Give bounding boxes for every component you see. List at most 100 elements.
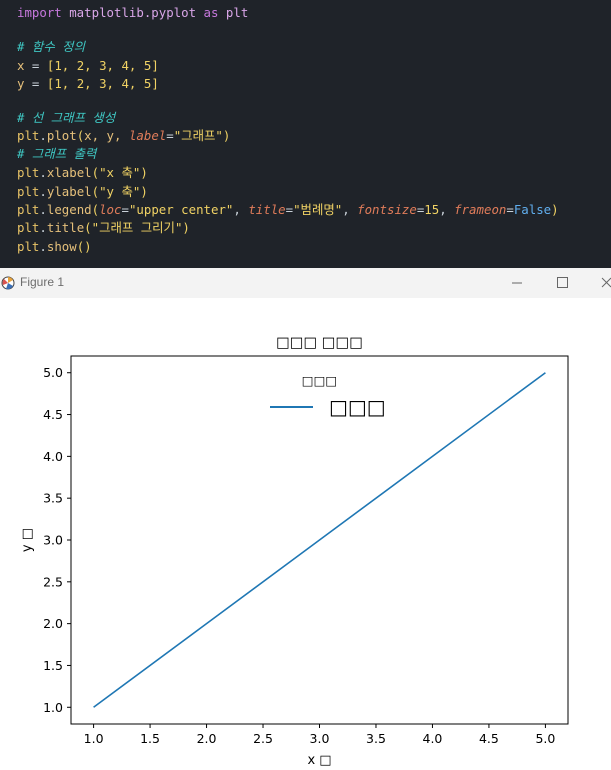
code-token: False <box>513 202 552 217</box>
y-axis-label: y □ <box>20 528 35 552</box>
code-line: import matplotlib.pyplot as plt <box>17 4 248 21</box>
code-token: = <box>121 202 129 217</box>
code-line: plt.xlabel("x 축") <box>17 164 148 181</box>
x-tick-label: 1.0 <box>84 731 104 746</box>
x-tick-label: 1.5 <box>140 731 160 746</box>
figure-canvas[interactable]: 1.0 1.5 2.0 2.5 3.0 3.5 4.0 4.5 5.0 1.0 1.5 2.0 2.5 3… <box>0 298 611 768</box>
code-token: xlabel <box>46 165 92 180</box>
code-token: ylabel <box>46 184 92 199</box>
close-button[interactable] <box>586 268 611 298</box>
figure-window-titlebar[interactable]: Figure 1 <box>0 268 611 298</box>
code-token: plt <box>17 165 40 180</box>
code-line: x = [1, 2, 3, 4, 5] <box>17 57 159 74</box>
code-token: # 함수 정의 <box>17 39 85 54</box>
code-token: plot <box>46 128 77 143</box>
code-token: ) <box>140 165 148 180</box>
code-line: # 함수 정의 <box>17 38 85 55</box>
code-editor[interactable]: import matplotlib.pyplot as plt # 함수 정의 x … <box>0 0 611 268</box>
matplotlib-figure-icon <box>1 276 15 290</box>
code-token: # 선 그래프 생성 <box>17 110 116 125</box>
code-token: plt <box>17 239 40 254</box>
code-token: = <box>24 58 47 73</box>
code-line: y = [1, 2, 3, 4, 5] <box>17 75 159 92</box>
maximize-button[interactable] <box>540 268 586 298</box>
minimize-icon <box>512 282 522 284</box>
code-token: ( <box>84 220 92 235</box>
code-token: . <box>39 165 47 180</box>
y-tick-label: 5.0 <box>43 365 63 380</box>
code-token: . <box>39 128 47 143</box>
code-token: = <box>166 128 174 143</box>
code-token: ) <box>222 128 231 143</box>
code-token: ( <box>91 202 100 217</box>
code-token: = <box>285 202 294 217</box>
code-token: loc <box>99 202 122 217</box>
code-token: frameon <box>454 202 507 217</box>
x-tick-label: 2.5 <box>253 731 273 746</box>
code-token: "범례명" <box>293 202 343 217</box>
maximize-icon <box>557 277 568 288</box>
code-token: "y 축" <box>99 184 141 199</box>
code-token: # 그래프 출력 <box>17 146 97 161</box>
code-token: title <box>46 220 85 235</box>
y-tick-label: 2.0 <box>43 616 63 631</box>
code-token: ) <box>140 184 148 199</box>
minimize-button[interactable] <box>494 268 540 298</box>
code-token: plt <box>17 184 40 199</box>
y-tick-label: 3.0 <box>43 533 63 548</box>
code-token: import <box>17 5 62 20</box>
code-line: # 그래프 출력 <box>17 145 96 162</box>
code-token: "x 축" <box>99 165 141 180</box>
code-token: , <box>233 202 249 217</box>
code-token: ] <box>151 58 159 73</box>
code-line: plt.legend(loc="upper center", title="범례… <box>17 201 559 218</box>
code-token: . <box>39 239 47 254</box>
code-token: matplotlib.pyplot <box>61 5 204 20</box>
code-token: , <box>439 202 455 217</box>
code-token: ) <box>551 202 559 217</box>
code-token: . <box>39 220 47 235</box>
code-line: # 선 그래프 생성 <box>17 109 115 126</box>
code-token: ( <box>91 165 100 180</box>
x-tick-label: 4.5 <box>479 731 499 746</box>
code-token: plt <box>17 128 40 143</box>
code-token: "그래프 그리기" <box>91 220 183 235</box>
x-tick-label: 3.5 <box>366 731 386 746</box>
chart-title: □□□ □□□ <box>276 335 363 351</box>
y-tick-label: 4.5 <box>43 407 63 422</box>
code-line: plt.ylabel("y 축") <box>17 183 148 200</box>
code-token: . <box>39 202 47 217</box>
code-token: plt <box>218 5 249 20</box>
close-icon <box>601 277 611 288</box>
code-token: "그래프" <box>173 128 223 143</box>
y-tick-label: 3.5 <box>43 491 63 506</box>
code-line: plt.title("그래프 그리기") <box>17 219 190 236</box>
code-token: x, y, <box>84 128 129 143</box>
code-token: ] <box>151 76 159 91</box>
code-token: "upper center" <box>128 202 234 217</box>
code-token: = <box>506 202 514 217</box>
code-token: fontsize <box>357 202 417 217</box>
code-token: . <box>39 184 47 199</box>
code-token: ( <box>91 184 100 199</box>
code-token: plt <box>17 220 40 235</box>
code-token: legend <box>46 202 92 217</box>
window-title: Figure 1 <box>20 275 65 289</box>
y-tick-label: 1.0 <box>43 700 63 715</box>
y-tick-label: 4.0 <box>43 449 63 464</box>
code-token: 15 <box>424 202 440 217</box>
y-tick-label: 2.5 <box>43 574 63 589</box>
x-tick-label: 5.0 <box>535 731 555 746</box>
series-line <box>93 372 546 708</box>
legend-title: □□□ <box>302 373 337 388</box>
x-tick-label: 3.0 <box>310 731 330 746</box>
x-tick-label: 2.0 <box>197 731 217 746</box>
code-token: plt <box>17 202 40 217</box>
code-token: title <box>248 202 286 217</box>
x-tick-label: 4.0 <box>423 731 443 746</box>
legend-entry: □□□ <box>329 395 386 419</box>
code-token: 1, 2, 3, 4, 5 <box>54 58 152 73</box>
code-token: show <box>46 239 77 254</box>
line-chart: 1.0 1.5 2.0 2.5 3.0 3.5 4.0 4.5 5.0 1.0 1.5 2.0 2.5 3… <box>20 335 569 768</box>
code-line: plt.plot(x, y, label="그래프") <box>17 127 230 144</box>
